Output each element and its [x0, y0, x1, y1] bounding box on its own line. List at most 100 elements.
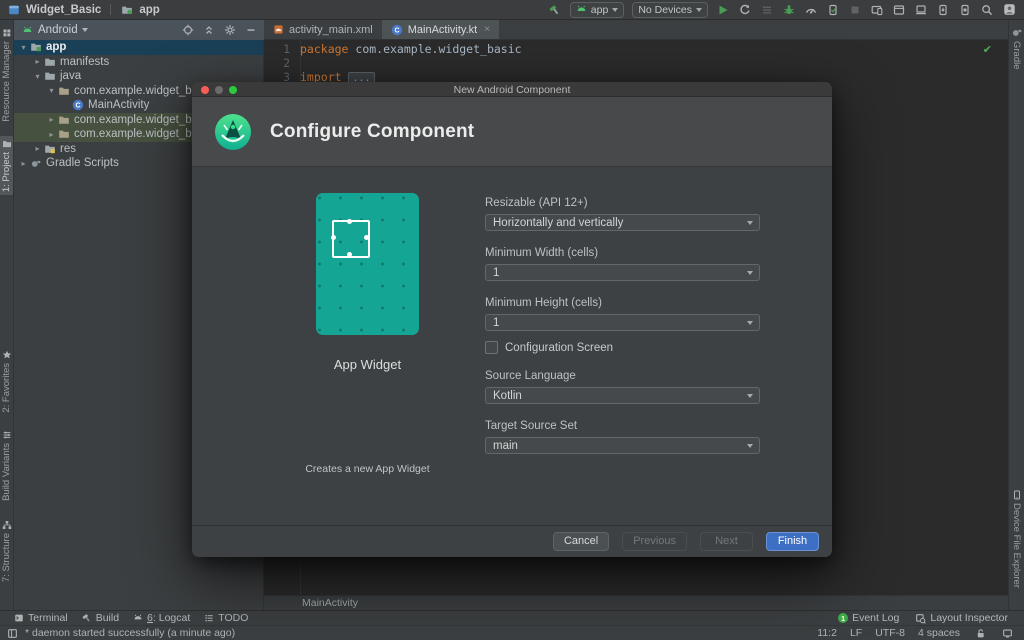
tool-window-tab-device-file-explorer[interactable]: Device File Explorer: [1009, 490, 1024, 588]
project-panel-header: Android: [14, 20, 264, 40]
tool-window-tab-7-structure[interactable]: 7: Structure: [0, 520, 13, 582]
component-description: Creates a new App Widget: [291, 463, 444, 475]
star-icon: [2, 350, 12, 360]
configuration-screen-row: Configuration Screen: [485, 341, 613, 354]
tool-window-button-terminal[interactable]: Terminal: [14, 612, 68, 624]
left-tool-window-bar: Resource Manager 1: Project 2: Favorites Bu…: [0, 20, 14, 610]
inspection-status-icon[interactable]: ✔: [983, 43, 992, 56]
notifications-icon[interactable]: [1000, 626, 1014, 640]
hammer-gray-icon: [82, 613, 92, 623]
component-name: App Widget: [316, 357, 419, 372]
debug-icon[interactable]: [782, 3, 796, 17]
device-mirroring-icon[interactable]: [914, 3, 928, 17]
resizable-select[interactable]: Horizontally and vertically: [485, 214, 760, 231]
stop-icon[interactable]: [848, 3, 862, 17]
cursor-position[interactable]: 11:2: [817, 627, 837, 639]
tool-window-tab-resource-manager[interactable]: Resource Manager: [0, 28, 13, 122]
source-language-select[interactable]: Kotlin: [485, 387, 760, 404]
tree-expand-icon[interactable]: ▸: [46, 130, 57, 139]
locate-file-icon[interactable]: [180, 23, 195, 38]
tree-expand-icon[interactable]: ▸: [46, 115, 57, 124]
apply-changes-icon[interactable]: [738, 3, 752, 17]
indent-setting[interactable]: 4 spaces: [918, 627, 960, 639]
tree-expand-icon[interactable]: ▸: [32, 57, 43, 66]
build-variants-icon: [2, 430, 12, 440]
tree-item-app[interactable]: ▾app: [14, 40, 263, 55]
tool-window-tab-1-project[interactable]: 1: Project: [0, 136, 13, 195]
tool-window-button-layout-inspector[interactable]: Layout Inspector: [915, 612, 1008, 624]
tool-window-button-build[interactable]: Build: [82, 612, 119, 624]
dropdown-arrow-icon: [747, 394, 753, 398]
profile-avatar[interactable]: [1002, 3, 1016, 17]
dialog-footer: Cancel Previous Next Finish: [192, 525, 832, 556]
right-tool-window-bar: Gradle Device File Explorer: [1008, 20, 1024, 610]
tool-window-switcher-icon[interactable]: [5, 626, 19, 640]
previous-button[interactable]: Previous: [622, 532, 687, 551]
xml-file-icon: [273, 24, 284, 35]
editor-breadcrumb[interactable]: MainActivity: [264, 595, 1008, 610]
breadcrumb-item[interactable]: MainActivity: [302, 597, 358, 609]
tab-activity-main-xml[interactable]: activity_main.xml: [264, 20, 382, 39]
tool-window-tab-gradle[interactable]: Gradle: [1009, 26, 1024, 70]
tool-window-tab-2-favorites[interactable]: 2: Favorites: [0, 350, 13, 413]
device-select[interactable]: No Devices: [632, 2, 708, 18]
window-title-bar: Widget_Basic app appNo Devices: [0, 0, 1024, 20]
logcat-icon: [133, 613, 143, 623]
avd-manager-icon[interactable]: [958, 3, 972, 17]
window-project-name: Widget_Basic: [26, 4, 101, 16]
kotlin-class-icon: C: [71, 99, 85, 111]
tool-window-tab-build-variants[interactable]: Build Variants: [0, 430, 13, 501]
tool-window-button-6-logcat[interactable]: 6: Logcat: [133, 612, 190, 624]
collapse-all-icon[interactable]: [201, 23, 216, 38]
tool-window-button-event-log[interactable]: 1Event Log: [838, 612, 899, 624]
chevron-down-icon: [612, 8, 618, 12]
code-line[interactable]: 2: [264, 56, 1008, 70]
status-message[interactable]: * daemon started successfully (a minute …: [25, 627, 235, 639]
tree-item-manifests[interactable]: ▸manifests: [14, 55, 263, 70]
configuration-screen-label: Configuration Screen: [505, 342, 613, 354]
module-folder-icon: [120, 3, 134, 17]
close-tab-icon[interactable]: ×: [484, 24, 490, 35]
phone-icon: [1012, 490, 1022, 500]
run-icon[interactable]: [716, 3, 730, 17]
gradle-icon: [1011, 26, 1023, 38]
tree-expand-icon[interactable]: ▸: [18, 159, 29, 168]
cancel-button[interactable]: Cancel: [553, 532, 609, 551]
logcat-window-icon[interactable]: [892, 3, 906, 17]
search-everywhere-icon[interactable]: [980, 3, 994, 17]
lock-icon[interactable]: [973, 626, 987, 640]
module-folder-icon: [29, 41, 43, 53]
tree-expand-icon[interactable]: ▸: [32, 144, 43, 153]
tree-expand-icon[interactable]: ▾: [18, 43, 29, 52]
tool-window-button-todo[interactable]: TODO: [204, 612, 248, 624]
min-width-select[interactable]: 1: [485, 264, 760, 281]
min-height-select[interactable]: 1: [485, 314, 760, 331]
project-view-selector[interactable]: Android: [38, 24, 78, 36]
kotlin-class-icon: C: [391, 24, 403, 36]
target-source-set-select[interactable]: main: [485, 437, 760, 454]
build-hammer-icon[interactable]: [548, 3, 562, 17]
finish-button[interactable]: Finish: [766, 532, 819, 551]
profiler-icon[interactable]: [804, 3, 818, 17]
code-line[interactable]: 1package com.example.widget_basic: [264, 42, 1008, 56]
dropdown-arrow-icon: [747, 444, 753, 448]
hide-panel-icon[interactable]: [243, 23, 258, 38]
tree-expand-icon[interactable]: ▾: [46, 86, 57, 95]
sdk-manager-icon[interactable]: [936, 3, 950, 17]
min-height-label: Minimum Height (cells): [485, 297, 602, 309]
line-separator[interactable]: LF: [850, 627, 862, 639]
chevron-down-icon: [82, 28, 88, 32]
attach-debugger-icon[interactable]: [826, 3, 840, 17]
dialog-header: Configure Component: [192, 97, 832, 167]
dialog-title-bar: New Android Component: [192, 82, 832, 97]
configuration-screen-checkbox[interactable]: [485, 341, 498, 354]
apply-code-changes-icon[interactable]: [760, 3, 774, 17]
bottom-tool-window-bar: Terminal Build 6: Logcat TODO 1Event Log Lay…: [0, 610, 1024, 625]
tab-mainactivity-kt[interactable]: CMainActivity.kt×: [382, 20, 499, 39]
next-button[interactable]: Next: [700, 532, 753, 551]
file-encoding[interactable]: UTF-8: [875, 627, 905, 639]
settings-gear-icon[interactable]: [222, 23, 237, 38]
run-configuration-select[interactable]: app: [570, 2, 625, 18]
device-manager-icon[interactable]: [870, 3, 884, 17]
tree-expand-icon[interactable]: ▾: [32, 72, 43, 81]
